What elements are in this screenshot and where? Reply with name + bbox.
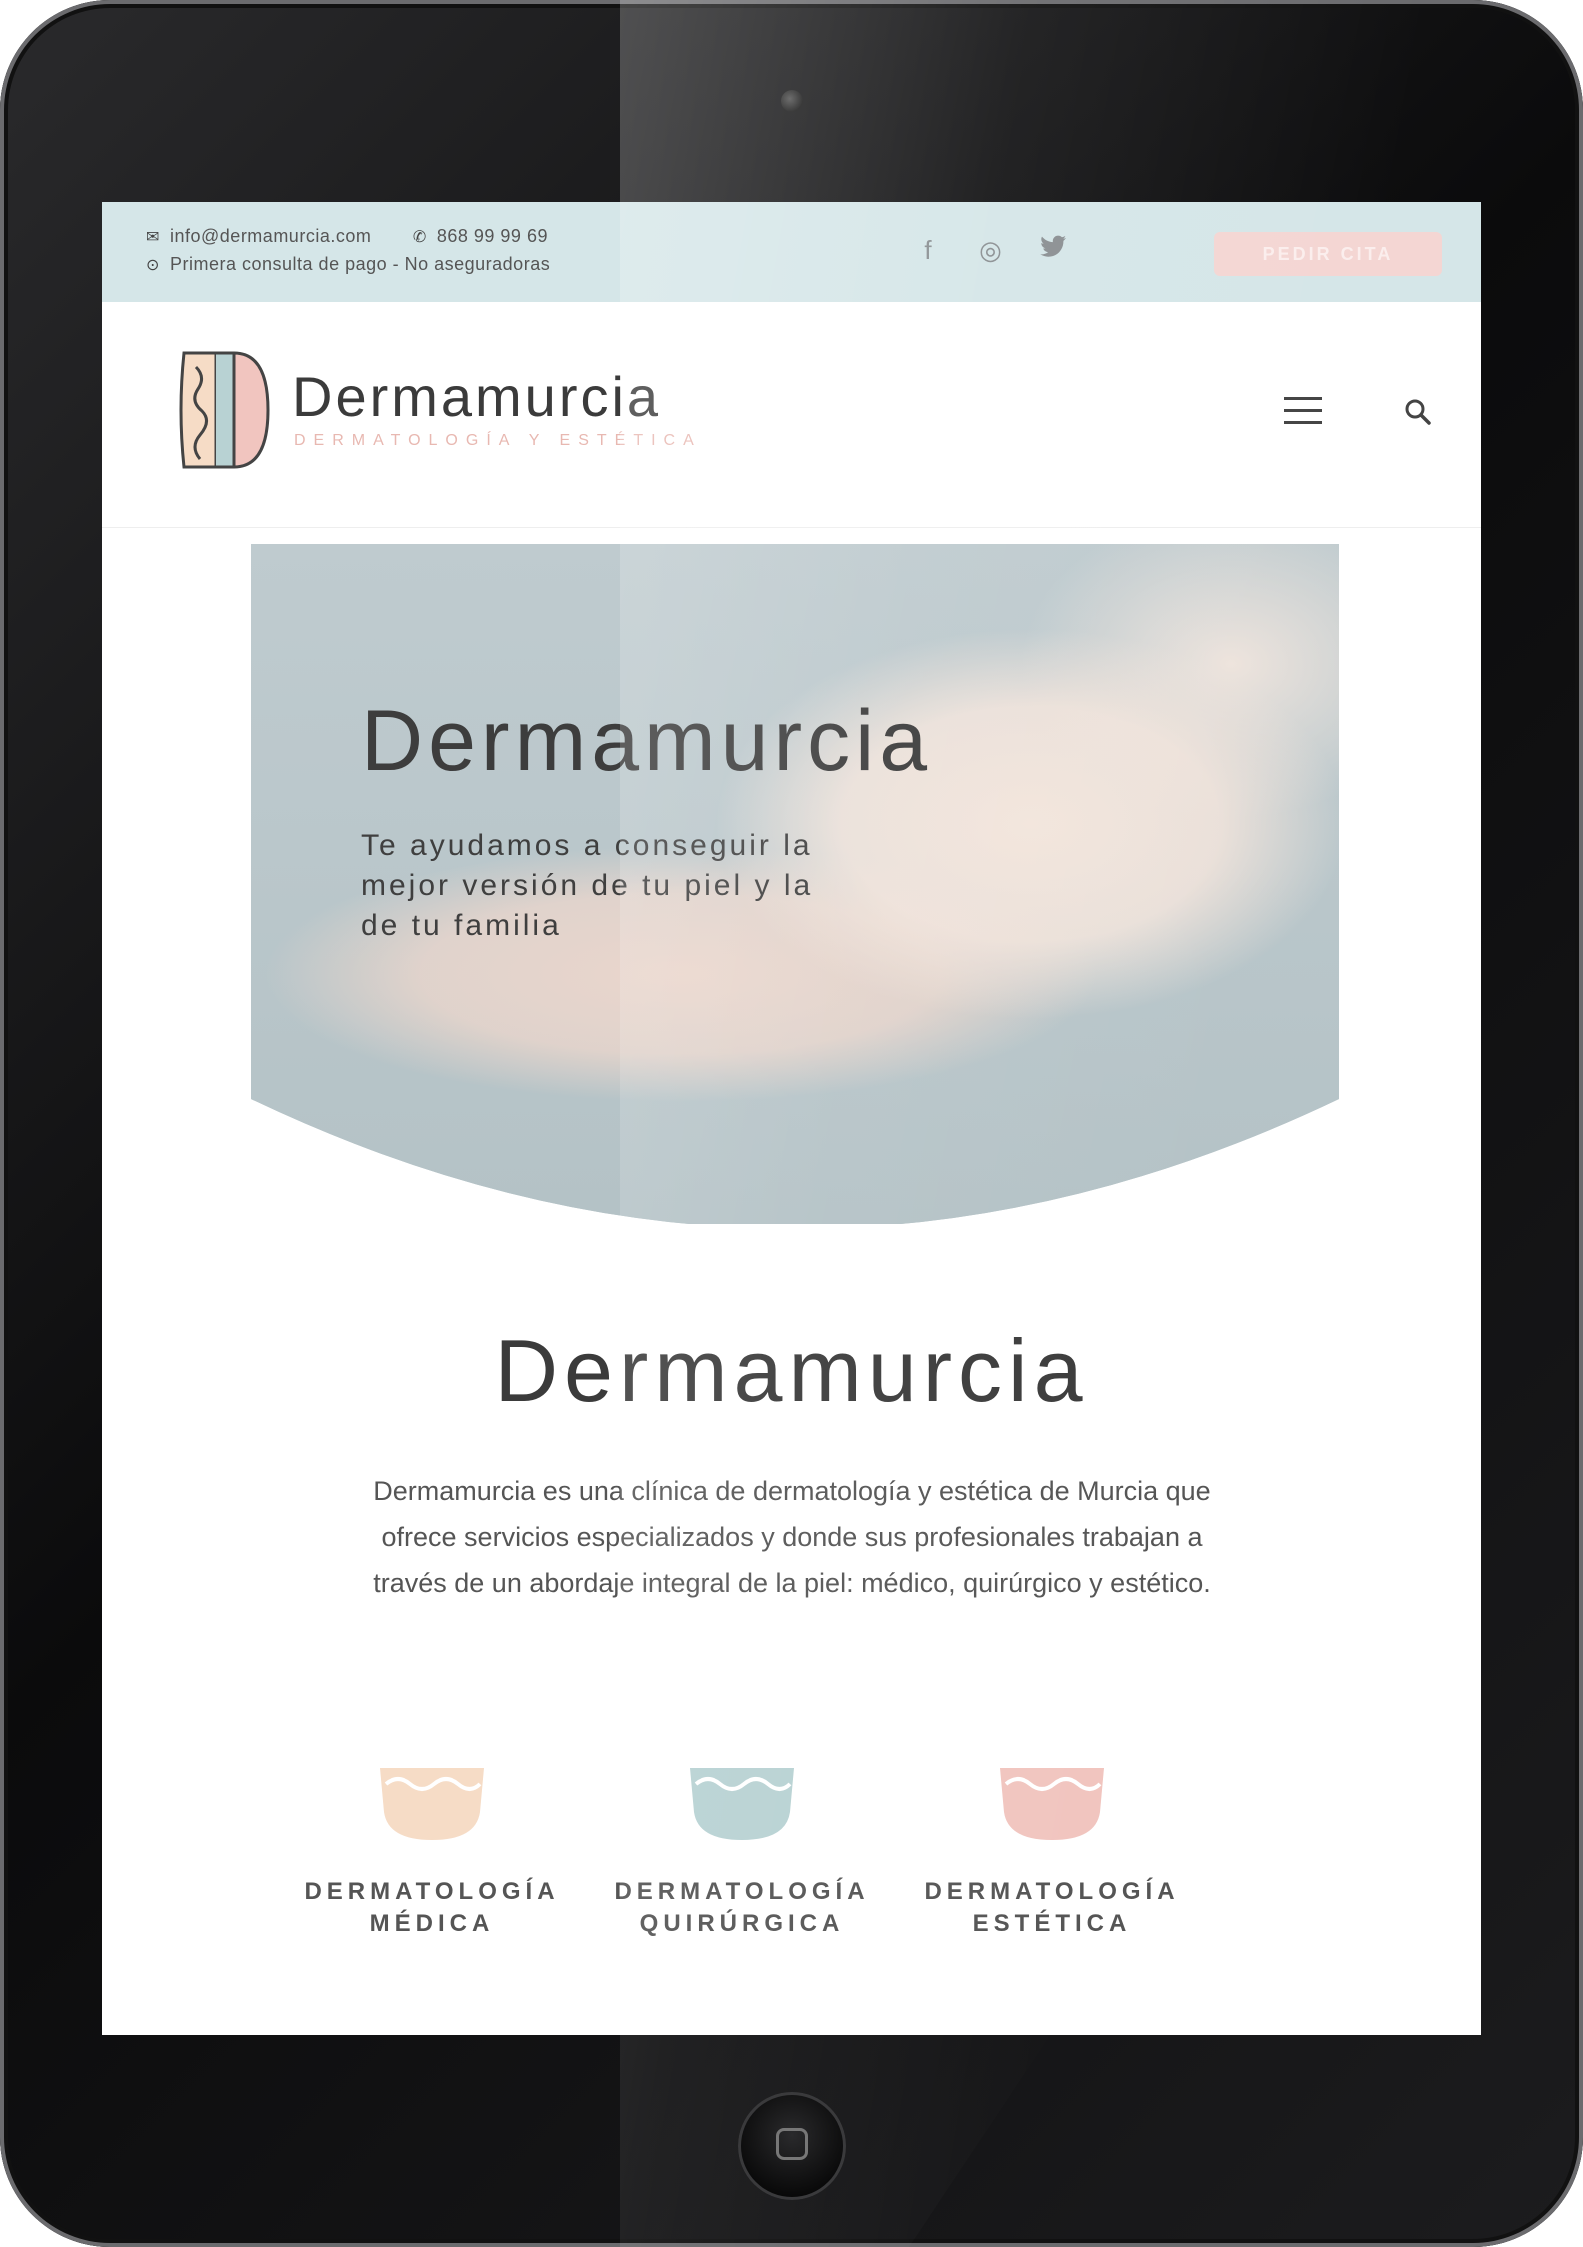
bowl-icon-teal	[690, 1768, 794, 1840]
contact-phone[interactable]: 868 99 99 69	[437, 226, 548, 246]
service-label-line1: DERMATOLOGÍA	[614, 1878, 870, 1905]
service-label-line2: QUIRÚRGICA	[639, 1910, 845, 1937]
website-screen: ✉ info@dermamurcia.com ✆ 868 99 99 69 ⊙ Pri…	[102, 202, 1481, 2035]
contact-email[interactable]: info@dermamurcia.com	[170, 226, 371, 246]
home-square-icon	[776, 2128, 808, 2160]
social-links: f ◎	[910, 232, 1093, 268]
service-label-line2: MÉDICA	[369, 1910, 495, 1937]
hero-title: Dermamurcia	[361, 693, 933, 789]
service-label-line1: DERMATOLOGÍA	[304, 1878, 560, 1905]
top-contact-bar: ✉ info@dermamurcia.com ✆ 868 99 99 69 ⊙ Pri…	[102, 202, 1481, 302]
info-circle-icon: ⊙	[146, 257, 160, 274]
facebook-icon[interactable]: f	[910, 232, 946, 268]
dermamurcia-logo-icon[interactable]	[176, 347, 272, 473]
brand-name[interactable]: Dermamurcia	[292, 364, 661, 429]
search-icon[interactable]	[1404, 398, 1432, 433]
consult-notice: Primera consulta de pago - No asegurador…	[170, 254, 551, 274]
bowl-icon-pink	[1000, 1768, 1104, 1840]
book-appointment-button[interactable]: PEDIR CITA	[1214, 232, 1442, 276]
service-dermatologia-estetica[interactable]: DERMATOLOGÍA ESTÉTICA	[912, 1762, 1192, 1940]
service-label-line2: ESTÉTICA	[972, 1910, 1132, 1937]
contact-row: ✉ info@dermamurcia.com ✆ 868 99 99 69	[146, 226, 548, 247]
phone-icon: ✆	[412, 229, 427, 246]
instagram-icon[interactable]: ◎	[972, 232, 1008, 268]
brand-tagline: DERMATOLOGÍA Y ESTÉTICA	[294, 432, 702, 449]
intro-paragraph: Dermamurcia es una clínica de dermatolog…	[373, 1476, 1211, 1598]
hero-subtitle: Te ayudamos a conseguir la mejor versión…	[361, 829, 814, 942]
bowl-icon-peach	[380, 1768, 484, 1840]
hero-banner: Dermamurcia Te ayudamos a conseguir la m…	[251, 544, 1339, 1224]
notice-row: ⊙ Primera consulta de pago - No asegurado…	[146, 254, 550, 275]
hamburger-menu-icon[interactable]	[1284, 397, 1322, 429]
camera-lens	[781, 90, 803, 112]
envelope-icon: ✉	[146, 229, 160, 246]
service-dermatologia-quirurgica[interactable]: DERMATOLOGÍA QUIRÚRGICA	[602, 1762, 882, 1940]
service-label-line1: DERMATOLOGÍA	[924, 1878, 1180, 1905]
site-header: Dermamurcia DERMATOLOGÍA Y ESTÉTICA	[102, 302, 1481, 528]
service-dermatologia-medica[interactable]: DERMATOLOGÍA MÉDICA	[292, 1762, 572, 1940]
intro-title: Dermamurcia	[494, 1321, 1089, 1420]
twitter-icon[interactable]	[1035, 232, 1071, 268]
